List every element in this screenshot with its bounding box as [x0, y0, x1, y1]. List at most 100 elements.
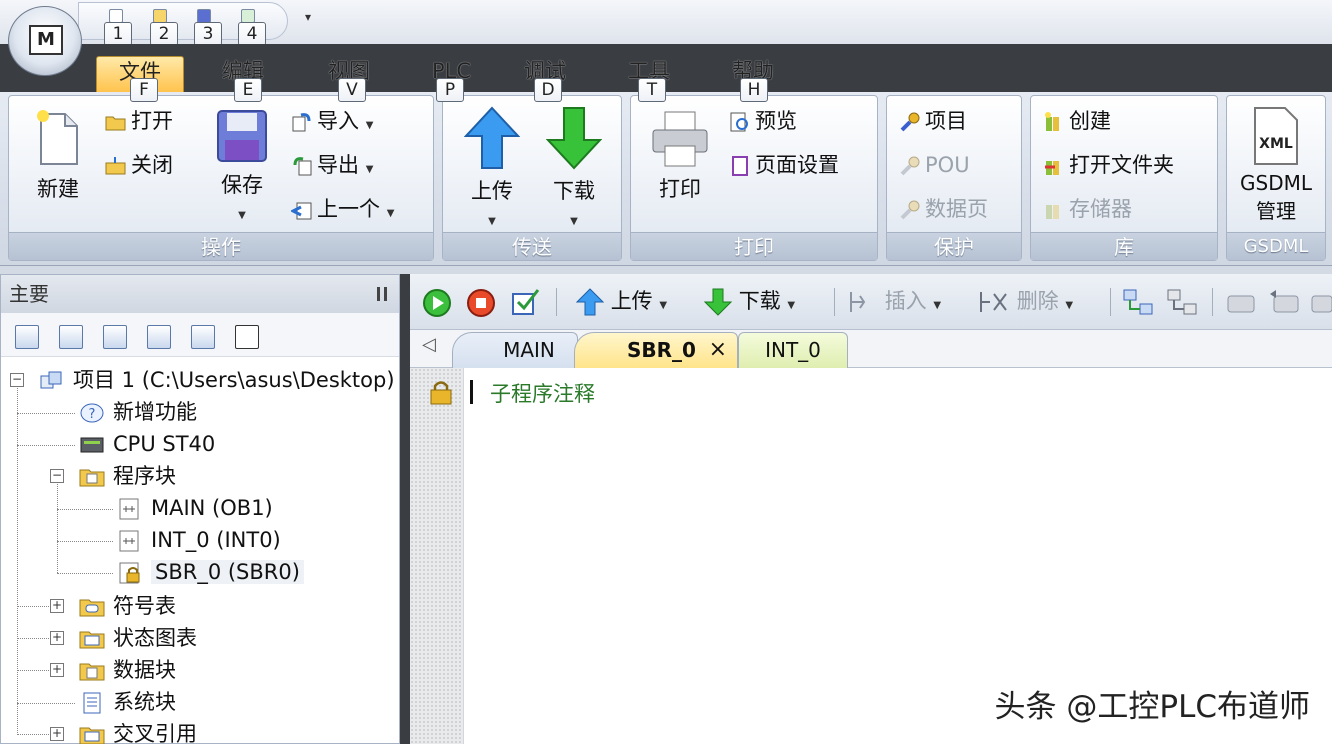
delete-label: 删除 [1016, 289, 1059, 313]
save-button[interactable]: 保存 ▼ [209, 108, 275, 223]
keytip-t: T [638, 78, 666, 102]
export-dropdown-icon[interactable]: ▼ [366, 164, 374, 175]
upload-small-icon [575, 288, 605, 316]
view-table-icon[interactable] [59, 325, 83, 349]
view-details-icon[interactable] [147, 325, 171, 349]
symbol-table-expand-icon[interactable]: + [50, 599, 64, 613]
editor-download-dropdown-icon[interactable]: ▼ [787, 300, 795, 311]
box-more-icon[interactable] [1310, 290, 1332, 316]
tab-main[interactable]: MAIN [452, 332, 578, 368]
editor-upload-dropdown-icon[interactable]: ▼ [659, 300, 667, 311]
close-button[interactable]: 关闭 [105, 150, 173, 180]
folder-icon [153, 9, 167, 23]
panel-title: 主要 [9, 282, 49, 306]
print-group-label: 打印 [631, 232, 877, 260]
save-dropdown-icon[interactable]: ▼ [238, 210, 246, 221]
status-chart-expand-icon[interactable]: + [50, 631, 64, 645]
editor-download-button[interactable]: 下载 ▼ [703, 286, 795, 316]
view-list-icon[interactable] [103, 325, 127, 349]
protect-project-button[interactable]: 项目 [899, 106, 967, 136]
ribbon-tab-bar: 文件 编辑 视图 PLC 调试 工具 帮助 [0, 44, 1332, 92]
box-back-icon[interactable] [1268, 288, 1300, 316]
close-tab-icon[interactable]: × [709, 333, 727, 367]
tree-item-data-block[interactable]: 数据块 [79, 655, 176, 685]
page-setup-button[interactable]: 页面设置 [729, 150, 839, 180]
new-label: 新建 [37, 177, 79, 201]
editor-tabs: ◁ MAIN SBR_0 × INT_0 [410, 330, 1332, 368]
upload-dropdown-icon[interactable]: ▼ [488, 216, 496, 227]
network-bookmark-icon[interactable] [1122, 288, 1154, 316]
open-library-folder-button[interactable]: 打开文件夹 [1043, 150, 1174, 180]
upload-button[interactable]: 上传 ▼ [461, 106, 523, 229]
insert-button[interactable]: 插入 ▼ [848, 286, 941, 316]
previous-dropdown-icon[interactable]: ▼ [387, 208, 395, 219]
subroutine-comment[interactable]: 子程序注释 [490, 378, 595, 408]
memory-button[interactable]: 存储器 [1043, 194, 1132, 224]
delete-button[interactable]: 删除 ▼ [978, 286, 1073, 316]
data-block-expand-icon[interactable]: + [50, 663, 64, 677]
help-question-icon: ? [80, 403, 104, 423]
protect-pou-button[interactable]: POU [899, 150, 970, 180]
tree-item-cpu[interactable]: CPU ST40 [79, 429, 215, 459]
editor-upload-label: 上传 [610, 289, 653, 313]
interrupt-program-icon [119, 530, 139, 552]
compile-check-icon[interactable] [510, 286, 542, 318]
protect-project-label: 项目 [925, 109, 967, 133]
delete-dropdown-icon[interactable]: ▼ [1065, 300, 1073, 311]
keytip-4: 4 [238, 22, 266, 46]
tree-item-program-block[interactable]: 程序块 [79, 461, 176, 491]
editor-upload-button[interactable]: 上传 ▼ [575, 286, 667, 316]
tree-item-project[interactable]: 项目 1 (C:\Users\asus\Desktop) [39, 365, 395, 395]
network-toggle-icon[interactable] [1166, 288, 1198, 316]
new-button[interactable]: 新建 [27, 108, 89, 203]
tab-sbr0[interactable]: SBR_0 × [574, 332, 738, 368]
tab-sbr0-label: SBR_0 [627, 338, 696, 362]
export-button[interactable]: 导出 ▼ [291, 150, 373, 180]
tree-item-new-features[interactable]: ? 新增功能 [79, 397, 197, 427]
project-collapse-icon[interactable]: − [10, 373, 24, 387]
library-folder-icon [1045, 161, 1059, 175]
import-dropdown-icon[interactable]: ▼ [366, 120, 374, 131]
tree-item-cross-ref[interactable]: 交叉引用 [79, 719, 197, 744]
int0-label: INT_0 (INT0) [151, 528, 281, 552]
tab-int0[interactable]: INT_0 [738, 332, 848, 368]
tree-line [17, 734, 49, 735]
application-menu-button[interactable]: M [8, 6, 82, 76]
create-library-button[interactable]: 创建 [1043, 106, 1111, 136]
symbol-folder-icon [79, 599, 105, 617]
download-button[interactable]: 下载 ▼ [543, 106, 605, 229]
panel-splitter[interactable] [400, 274, 410, 744]
tree-item-symbol-table[interactable]: 符号表 [79, 591, 176, 621]
tab-scroll-left-icon[interactable]: ◁ [422, 334, 436, 355]
memory-icon [1046, 205, 1059, 219]
program-block-collapse-icon[interactable]: − [50, 469, 64, 483]
open-button[interactable]: 打开 [105, 106, 173, 136]
protect-data-page-button[interactable]: 数据页 [899, 194, 988, 224]
gsdml-manage-button[interactable]: XML GSDML 管理 [1233, 106, 1319, 224]
close-label: 关闭 [131, 153, 173, 177]
view-report-icon[interactable] [191, 325, 215, 349]
tree-item-system-block[interactable]: 系统块 [79, 687, 176, 717]
insert-dropdown-icon[interactable]: ▼ [933, 300, 941, 311]
cross-ref-expand-icon[interactable]: + [50, 727, 64, 741]
gsdml-line1-label: GSDML [1240, 171, 1312, 195]
tree-item-sbr0[interactable]: SBR_0 (SBR0) [117, 557, 304, 587]
data-block-label: 数据块 [113, 658, 176, 682]
preview-button[interactable]: 预览 [729, 106, 797, 136]
print-group: 打印 预览 页面设置 打印 [630, 95, 878, 261]
tree-item-int0[interactable]: INT_0 (INT0) [117, 525, 281, 555]
key-disabled-icon [900, 156, 920, 176]
pin-icon[interactable] [377, 287, 387, 301]
import-button[interactable]: 导入 ▼ [291, 106, 373, 136]
qat-customize-icon[interactable]: ▾ [305, 10, 311, 24]
view-network-icon[interactable] [235, 325, 259, 349]
previous-button[interactable]: 上一个 ▼ [291, 194, 394, 224]
stop-icon[interactable] [466, 288, 496, 318]
box-tool-icon[interactable] [1226, 292, 1256, 314]
view-symbol-icon[interactable] [15, 325, 39, 349]
tree-item-status-chart[interactable]: 状态图表 [79, 623, 197, 653]
run-icon[interactable] [422, 288, 452, 318]
tree-item-main[interactable]: MAIN (OB1) [117, 493, 273, 523]
print-button[interactable]: 打印 [647, 110, 713, 203]
download-dropdown-icon[interactable]: ▼ [570, 216, 578, 227]
